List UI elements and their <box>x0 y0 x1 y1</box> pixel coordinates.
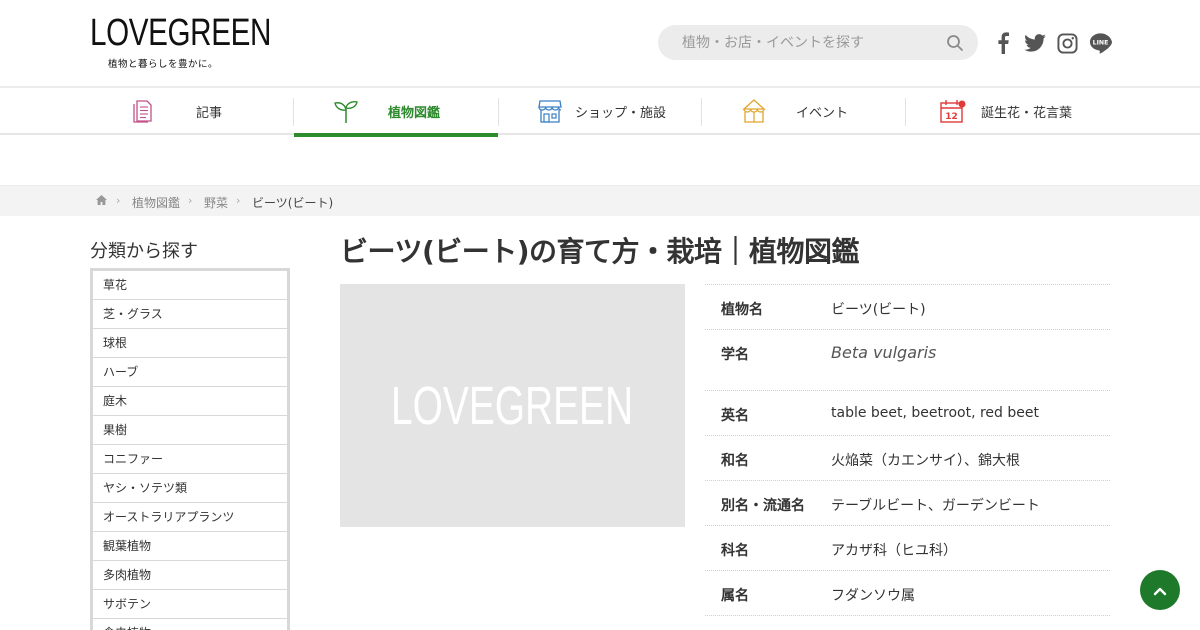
nav-item-plant-encyclopedia[interactable]: 植物図鑑 <box>294 88 498 137</box>
logo-tagline: 植物と暮らしを豊かに。 <box>108 59 219 70</box>
home-icon[interactable] <box>95 194 108 209</box>
info-row: 英名 table beet, beetroot, red beet <box>705 391 1110 436</box>
info-value: ビーツ(ビート) <box>831 302 926 318</box>
page-title: ビーツ(ビート)の育て方・栽培｜植物図鑑 <box>340 235 860 268</box>
category-item[interactable]: 観葉植物 <box>93 532 287 561</box>
line-icon[interactable]: LINE <box>1088 31 1112 55</box>
category-item[interactable]: 多肉植物 <box>93 561 287 590</box>
twitter-icon[interactable] <box>1024 31 1046 55</box>
plant-info-table: 植物名 ビーツ(ビート) 学名 Beta vulgaris 英名 table b… <box>705 284 1110 616</box>
info-key: 和名 <box>721 453 749 469</box>
nav-label-plant-encyclopedia: 植物図鑑 <box>388 106 441 121</box>
sidebar-title: 分類から探す <box>90 241 198 262</box>
breadcrumb-separator: › <box>116 194 121 207</box>
breadcrumb-item[interactable]: 植物図鑑 <box>132 194 180 211</box>
plant-photo: LOVEGREEN <box>340 284 685 527</box>
info-row: 属名 フダンソウ属 <box>705 571 1110 616</box>
info-key: 植物名 <box>721 302 763 318</box>
nav-item-events[interactable]: イベント <box>702 88 905 135</box>
info-value: Beta vulgaris <box>831 343 937 362</box>
breadcrumb-separator: › <box>236 194 241 207</box>
category-list: 草花 芝・グラス 球根 ハーブ 庭木 果樹 コニファー ヤシ・ソテツ類 オースト… <box>90 268 290 630</box>
info-key: 別名・流通名 <box>721 498 805 514</box>
nav-label-articles: 記事 <box>196 106 223 121</box>
search-box <box>658 25 978 60</box>
nav-label-events: イベント <box>796 106 849 121</box>
info-row: 和名 火焔菜（カエンサイ）、錦大根 <box>705 436 1110 481</box>
svg-text:LINE: LINE <box>1092 39 1108 46</box>
back-to-top-button[interactable] <box>1140 570 1180 610</box>
info-row: 植物名 ビーツ(ビート) <box>705 285 1110 330</box>
info-value: 火焔菜（カエンサイ）、錦大根 <box>831 453 1020 469</box>
category-item[interactable]: 果樹 <box>93 416 287 445</box>
info-key: 属名 <box>721 588 749 604</box>
article-icon <box>130 98 156 124</box>
facebook-icon[interactable] <box>994 31 1012 55</box>
nav-label-birth-flowers: 誕生花・花言葉 <box>981 106 1073 121</box>
site-header: LOVEGREEN 植物と暮らしを豊かに。 LINE <box>0 0 1200 86</box>
chevron-up-icon <box>1153 581 1167 600</box>
category-item[interactable]: オーストラリアプランツ <box>93 503 287 532</box>
info-value: アカザ科（ヒユ科） <box>831 543 957 559</box>
category-item[interactable]: 庭木 <box>93 387 287 416</box>
calendar-icon: 12 <box>939 98 966 124</box>
main-nav: 記事 植物図鑑 ショップ・施設 イベント 12 誕生花・花言葉 <box>0 86 1200 137</box>
photo-placeholder-logo: LOVEGREEN <box>391 375 634 436</box>
tent-icon <box>741 98 767 124</box>
category-item[interactable]: 球根 <box>93 329 287 358</box>
nav-label-shops: ショップ・施設 <box>575 106 667 121</box>
svg-text:12: 12 <box>945 112 958 122</box>
info-key: 英名 <box>721 408 749 424</box>
shop-icon <box>537 98 563 124</box>
category-item[interactable]: 芝・グラス <box>93 300 287 329</box>
search-input[interactable] <box>658 25 978 60</box>
breadcrumb-item[interactable]: 野菜 <box>204 194 228 211</box>
category-item[interactable]: ハーブ <box>93 358 287 387</box>
site-logo[interactable]: LOVEGREEN 植物と暮らしを豊かに。 <box>90 12 271 70</box>
info-row: 科名 アカザ科（ヒユ科） <box>705 526 1110 571</box>
info-value: テーブルビート、ガーデンビート <box>831 498 1040 514</box>
info-row: 別名・流通名 テーブルビート、ガーデンビート <box>705 481 1110 526</box>
nav-item-articles[interactable]: 記事 <box>90 88 293 135</box>
breadcrumb-current: ビーツ(ビート) <box>252 196 334 210</box>
logo-wordmark: LOVEGREEN <box>90 12 271 54</box>
instagram-icon[interactable] <box>1056 31 1078 55</box>
info-key: 科名 <box>721 543 749 559</box>
breadcrumb-separator: › <box>188 194 193 207</box>
info-value: フダンソウ属 <box>831 588 915 604</box>
category-item[interactable]: コニファー <box>93 445 287 474</box>
search-icon[interactable] <box>946 34 964 52</box>
category-item[interactable]: ヤシ・ソテツ類 <box>93 474 287 503</box>
category-item[interactable]: 草花 <box>93 271 287 300</box>
category-item[interactable]: 食虫植物 <box>93 619 287 630</box>
category-item[interactable]: サボテン <box>93 590 287 619</box>
sprout-icon <box>333 98 359 124</box>
nav-item-birth-flowers[interactable]: 12 誕生花・花言葉 <box>906 88 1110 135</box>
info-row: 学名 Beta vulgaris <box>705 330 1110 391</box>
info-value: table beet, beetroot, red beet <box>831 405 1039 421</box>
breadcrumb: › 植物図鑑 › 野菜 › ビーツ(ビート) <box>0 185 1200 216</box>
info-key: 学名 <box>721 347 749 363</box>
nav-item-shops[interactable]: ショップ・施設 <box>499 88 701 135</box>
